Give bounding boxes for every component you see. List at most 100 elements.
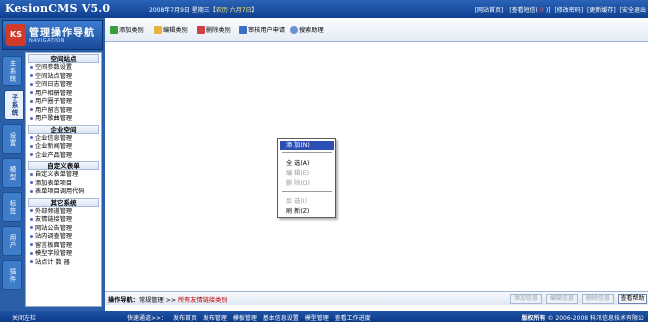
bullet-icon [30, 217, 33, 221]
menu-item[interactable]: 站点计 数 器 [26, 259, 101, 268]
tab-labels[interactable]: 标签 [2, 192, 22, 222]
menu-item[interactable]: 企业信息管理 [26, 135, 101, 144]
context-add-item[interactable]: 添 加(N) [280, 141, 334, 150]
status-bar: 操作导航：常规管理 >> 所有友情链接类别 添加信息 编辑信息 删除信息 查看帮… [105, 291, 648, 305]
messages-link[interactable]: [查看短信(0)] [507, 5, 550, 14]
tab-users[interactable]: 用户 [2, 226, 22, 256]
add-icon [110, 26, 118, 34]
quick-link[interactable]: 查看工作进度 [335, 315, 371, 322]
view-help-button[interactable]: 查看帮助 [618, 294, 647, 304]
menu-item[interactable]: 空间参数设置 [26, 64, 101, 73]
copyright: 版权所有 © 2006-2008 科汛信息技术有限公 [521, 315, 644, 322]
main-content[interactable] [105, 42, 648, 291]
update-cache-link[interactable]: [更新缓存] [587, 5, 616, 14]
menu-item[interactable]: 企业新闻管理 [26, 143, 101, 152]
menu-item[interactable]: 添加表单项目 [26, 180, 101, 189]
menu-item[interactable]: 留言板面管理 [26, 242, 101, 251]
menu-item[interactable]: 外部频道管理 [26, 208, 101, 217]
menu-item[interactable]: 企业产品管理 [26, 152, 101, 161]
menu-item[interactable]: 表单项目调用代码 [26, 188, 101, 197]
bullet-icon [30, 153, 33, 156]
quick-link[interactable]: 模型管理 [305, 315, 329, 322]
quick-links: 快速通道>>： 发布首页 发布管理 模板管理 基本信息设置 模型管理 查看工作进… [127, 315, 371, 322]
top-bar: KesionCMS V5.0 2008年7月9日 星期三【农历 六月7日】 [网… [0, 0, 648, 18]
context-refresh-item[interactable]: 刷 新(Z) [280, 207, 334, 216]
bullet-icon [30, 74, 33, 77]
bullet-icon [30, 65, 33, 69]
context-invert-selection-item[interactable]: 反 选(I) [280, 197, 334, 206]
bullet-icon [30, 91, 33, 94]
bullet-icon [30, 243, 33, 246]
close-left-panel-link[interactable]: 关闭左栏 [12, 313, 36, 322]
add-info-button[interactable]: 添加信息 [510, 294, 542, 304]
breadcrumb-link[interactable]: 常规管理 [139, 297, 164, 304]
menu-item[interactable]: 空间站点管理 [26, 73, 101, 82]
top-links: [网站首页] [查看短信(0)] [修改密码] [更新缓存] [安全退出 [473, 5, 646, 14]
edit-icon [154, 26, 162, 34]
delete-info-button[interactable]: 删除信息 [582, 294, 614, 304]
change-password-link[interactable]: [修改密码] [554, 5, 583, 14]
bullet-icon [30, 108, 33, 111]
tab-settings[interactable]: 设置 [2, 124, 22, 154]
nav-tabs: 主系统 子系统 设置 模型 标签 用户 插件 [2, 52, 24, 307]
nav-subtitle: NAVIGATION [29, 38, 65, 44]
quick-link[interactable]: 基本信息设置 [263, 315, 299, 322]
bullet-icon [30, 172, 33, 176]
bullet-icon [30, 209, 33, 212]
bullet-icon [30, 260, 33, 263]
group-enterprise-space: 企业空间 [28, 124, 99, 134]
menu-item[interactable]: 用户留言管理 [26, 107, 101, 116]
delete-category-button[interactable]: 删除类别 [197, 26, 231, 36]
bullet-icon [30, 189, 33, 193]
app-logo: KesionCMS V5.0 [5, 2, 111, 15]
edit-info-button[interactable]: 编辑信息 [546, 294, 578, 304]
home-link[interactable]: [网站首页] [475, 5, 504, 14]
menu-item[interactable]: 用户歌曲管理 [26, 115, 101, 124]
bullet-icon [30, 116, 33, 120]
nav-header: KS 管理操作导航 NAVIGATION [2, 20, 103, 50]
quick-link[interactable]: 模板管理 [233, 315, 257, 322]
date-display: 2008年7月9日 星期三【农历 六月7日】 [149, 7, 258, 14]
menu-item[interactable]: 用户圈子管理 [26, 98, 101, 107]
tab-models[interactable]: 模型 [2, 158, 22, 188]
menu-item[interactable]: 用户相册管理 [26, 90, 101, 99]
quick-link[interactable]: 发布首页 [173, 315, 197, 322]
bullet-icon [30, 251, 33, 255]
bullet-icon [30, 99, 33, 103]
bottom-bar: 关闭左栏 快速通道>>： 发布首页 发布管理 模板管理 基本信息设置 模型管理 … [0, 311, 648, 322]
bullet-icon [30, 136, 33, 139]
context-menu: 添 加(N) 全 选(A) 编 辑(E) 删 除(D) 反 选(I) 刷 新(Z… [277, 138, 336, 218]
menu-item[interactable]: 自定义表单管理 [26, 171, 101, 180]
tab-sub-system[interactable]: 子系统 [4, 90, 24, 120]
toolbar: 添加类别 编辑类别 删除类别 审核用户申请 搜索助理 [105, 18, 648, 42]
menu-item[interactable]: 空间日志管理 [26, 81, 101, 90]
menu-item[interactable]: 友情链接管理 [26, 216, 101, 225]
lunar-date-link[interactable]: 农历 六月7日 [216, 7, 252, 14]
tab-plugins[interactable]: 插件 [2, 260, 22, 290]
context-select-all-item[interactable]: 全 选(A) [280, 159, 334, 168]
group-other-systems: 其它系统 [28, 197, 99, 207]
left-navigation: KS 管理操作导航 NAVIGATION 主系统 子系统 设置 模型 标签 用户… [0, 18, 105, 311]
context-separator [282, 152, 332, 153]
bullet-icon [30, 234, 33, 238]
sub-system-menu: 空间站点 空间参数设置 空间站点管理 空间日志管理 用户相册管理 用户圈子管理 … [25, 52, 102, 307]
context-delete-item[interactable]: 删 除(D) [280, 179, 334, 188]
edit-category-button[interactable]: 编辑类别 [154, 26, 188, 36]
search-assistant-button[interactable]: 搜索助理 [290, 26, 324, 36]
breadcrumb-current: 所有友情链接类别 [178, 297, 228, 304]
search-icon [290, 26, 298, 34]
bullet-icon [30, 226, 33, 229]
menu-item[interactable]: 模型字段管理 [26, 250, 101, 259]
quick-link[interactable]: 发布管理 [203, 315, 227, 322]
group-custom-forms: 自定义表单 [28, 161, 99, 170]
menu-item[interactable]: 站内调查管理 [26, 233, 101, 242]
bullet-icon [30, 82, 33, 86]
tab-main-system[interactable]: 主系统 [2, 56, 22, 86]
logout-link[interactable]: [安全退出 [620, 5, 646, 14]
menu-item[interactable]: 网站公告管理 [26, 225, 101, 234]
review-icon [239, 26, 247, 34]
context-edit-item[interactable]: 编 辑(E) [280, 169, 334, 178]
add-category-button[interactable]: 添加类别 [110, 26, 144, 36]
breadcrumb: 操作导航：常规管理 >> 所有友情链接类别 [108, 297, 228, 304]
review-user-requests-button[interactable]: 审核用户申请 [239, 26, 285, 36]
